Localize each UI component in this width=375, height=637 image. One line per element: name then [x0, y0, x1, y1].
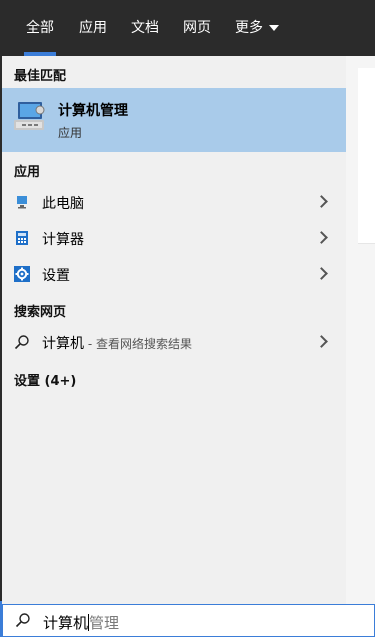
app-result-this-pc[interactable]: 此电脑	[2, 184, 346, 220]
search-scope-tabs: 全部 应用 文档 网页 更多	[2, 0, 375, 56]
preview-pane	[346, 56, 375, 604]
search-box[interactable]: 计算机管理	[2, 604, 375, 637]
web-search-hint: - 查看网络搜索结果	[84, 337, 192, 351]
calculator-icon	[16, 231, 28, 245]
app-result-settings[interactable]: 设置	[2, 256, 346, 292]
this-pc-icon	[17, 196, 27, 209]
preview-divider	[358, 243, 375, 244]
best-match-item[interactable]: 计算机管理 应用	[2, 88, 346, 152]
app-result-label: 此电脑	[42, 196, 84, 212]
tab-web[interactable]: 网页	[183, 0, 211, 56]
search-icon	[14, 335, 29, 350]
search-autocomplete-hint: 管理	[89, 614, 120, 632]
settings-gear-icon	[14, 266, 30, 282]
chevron-right-icon[interactable]	[315, 335, 328, 348]
chevron-down-icon	[269, 25, 279, 31]
tab-all-label: 全部	[26, 20, 54, 36]
apps-section-header: 应用	[14, 165, 41, 180]
web-search-label: 计算机 - 查看网络搜索结果	[42, 333, 192, 353]
app-result-calculator[interactable]: 计算器	[2, 220, 346, 256]
tab-more[interactable]: 更多	[235, 0, 279, 56]
tab-documents[interactable]: 文档	[131, 0, 159, 56]
web-section-header: 搜索网页	[14, 305, 67, 320]
computer-management-icon	[14, 102, 45, 130]
tab-apps-label: 应用	[79, 20, 107, 36]
chevron-right-icon[interactable]	[315, 195, 328, 208]
best-match-title: 计算机管理	[58, 103, 128, 119]
tab-more-label: 更多	[235, 20, 263, 36]
search-input[interactable]: 计算机管理	[43, 612, 119, 633]
app-result-label: 设置	[42, 268, 70, 284]
settings-section-header[interactable]: 设置 (4+)	[14, 370, 76, 389]
tab-all[interactable]: 全部	[24, 0, 56, 56]
chevron-right-icon[interactable]	[315, 267, 328, 280]
search-icon	[15, 613, 30, 628]
web-search-result[interactable]: 计算机 - 查看网络搜索结果	[2, 324, 346, 360]
app-result-label: 计算器	[42, 232, 84, 248]
search-results-pane: 最佳匹配 计算机管理 应用 应用 此电脑 计算器 设置 搜索网页 计算机 - 查…	[2, 56, 346, 604]
tab-web-label: 网页	[183, 20, 211, 36]
best-match-subtitle: 应用	[58, 126, 83, 140]
search-typed-text: 计算机	[43, 614, 89, 632]
best-match-header: 最佳匹配	[14, 69, 67, 84]
tab-apps[interactable]: 应用	[79, 0, 107, 56]
tab-documents-label: 文档	[131, 20, 159, 36]
preview-card	[358, 68, 375, 243]
web-search-query: 计算机	[42, 336, 84, 352]
chevron-right-icon[interactable]	[315, 231, 328, 244]
